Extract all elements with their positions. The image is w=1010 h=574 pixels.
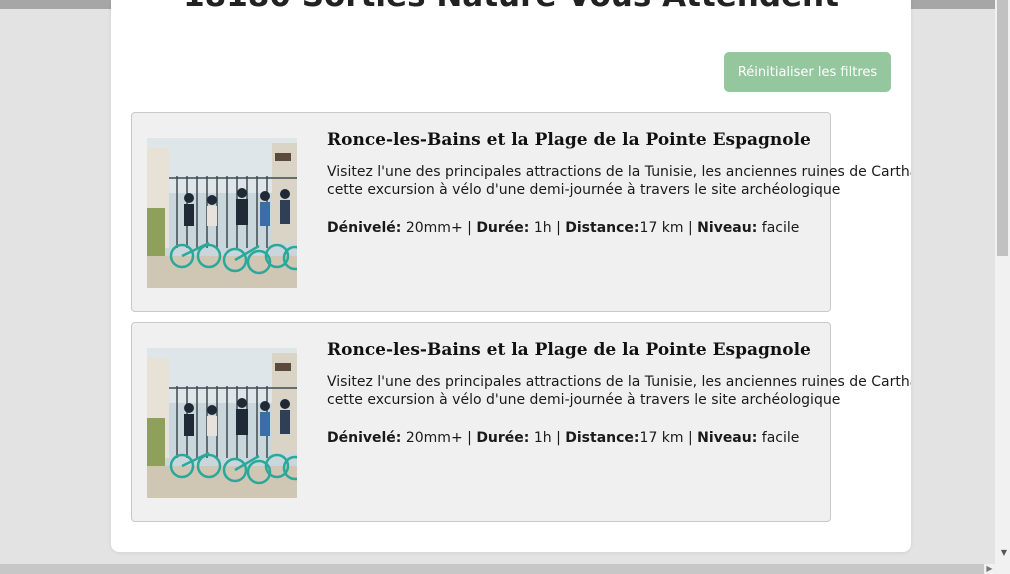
duration-label: Durée: xyxy=(476,220,530,236)
scroll-down-arrow-icon[interactable]: ▼ xyxy=(1001,548,1007,557)
duration-value: 1h xyxy=(529,430,557,446)
page-title: 18180 Sorties Nature Vous Attendent xyxy=(111,0,911,14)
outing-title[interactable]: Ronce-les-Bains et la Plage de la Pointe… xyxy=(327,130,811,150)
scroll-right-arrow-icon[interactable]: ▶ xyxy=(984,564,995,574)
distance-value: 17 km xyxy=(639,220,688,236)
elevation-label: Dénivelé: xyxy=(327,430,402,446)
outing-description: Visitez l'une des principales attraction… xyxy=(327,374,911,408)
vertical-scrollbar[interactable]: ▼ xyxy=(995,0,1010,574)
distance-value: 17 km xyxy=(639,430,688,446)
distance-label: Distance: xyxy=(565,220,640,236)
duration-value: 1h xyxy=(529,220,557,236)
outing-description: Visitez l'une des principales attraction… xyxy=(327,164,911,198)
elevation-value: 20mm+ xyxy=(401,430,468,446)
level-value: facile xyxy=(757,220,800,236)
cyclists-photo-icon xyxy=(147,138,297,288)
cyclists-photo-icon xyxy=(147,348,297,498)
level-label: Niveau: xyxy=(697,430,758,446)
distance-label: Distance: xyxy=(565,430,640,446)
horizontal-scrollbar[interactable] xyxy=(0,564,995,574)
outing-card[interactable]: Ronce-les-Bains et la Plage de la Pointe… xyxy=(131,112,911,312)
outing-thumbnail[interactable] xyxy=(147,138,297,288)
outing-stats: Dénivelé: 20mm+ | Durée: 1h | Distance:1… xyxy=(327,220,800,236)
reset-filters-button[interactable]: Réinitialiser les filtres xyxy=(724,52,891,92)
elevation-value: 20mm+ xyxy=(401,220,468,236)
elevation-label: Dénivelé: xyxy=(327,220,402,236)
results-panel: 18180 Sorties Nature Vous Attendent Réin… xyxy=(111,0,911,552)
duration-label: Durée: xyxy=(476,430,530,446)
vertical-scrollbar-thumb[interactable] xyxy=(997,0,1008,256)
outing-stats: Dénivelé: 20mm+ | Durée: 1h | Distance:1… xyxy=(327,430,800,446)
outing-title[interactable]: Ronce-les-Bains et la Plage de la Pointe… xyxy=(327,340,811,360)
outing-thumbnail[interactable] xyxy=(147,348,297,498)
level-label: Niveau: xyxy=(697,220,758,236)
outing-card[interactable]: Ronce-les-Bains et la Plage de la Pointe… xyxy=(131,322,911,522)
level-value: facile xyxy=(757,430,800,446)
